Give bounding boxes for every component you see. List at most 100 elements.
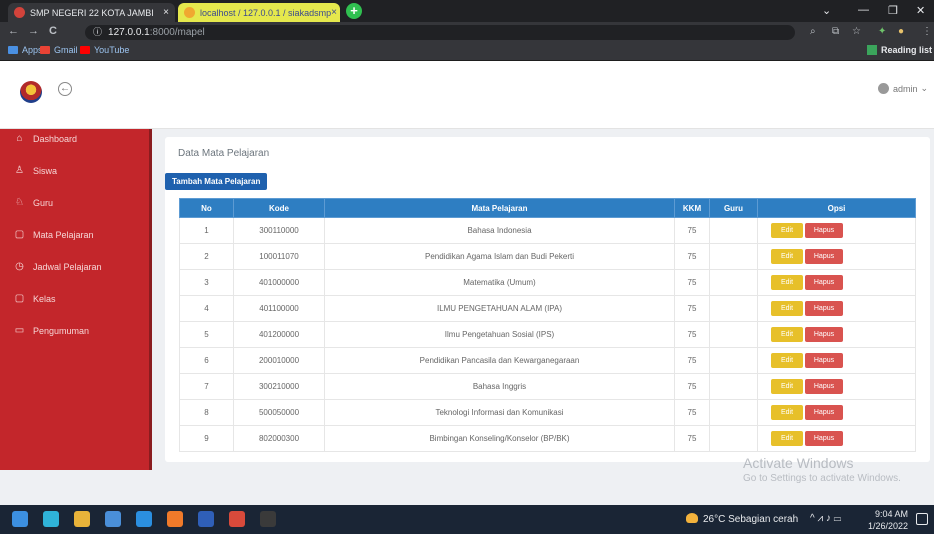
sidebar-item-jadwal-pelajaran[interactable]: ◷ Jadwal Pelajaran xyxy=(14,261,101,272)
column-header: Opsi xyxy=(757,198,916,218)
maximize-icon[interactable]: ❐ xyxy=(888,4,898,17)
zoom-icon[interactable]: ⌕ xyxy=(810,26,816,37)
page-title: Data Mata Pelajaran xyxy=(178,148,270,159)
bookmark-apps[interactable]: Apps xyxy=(8,45,43,55)
delete-button[interactable]: Hapus xyxy=(805,353,843,368)
system-tray-icons[interactable]: ^ ⩘ ♪ ▭ xyxy=(810,513,841,524)
bookmark-icon: ▭ xyxy=(14,325,25,336)
sidebar-item-dashboard[interactable]: ⌂ Dashboard xyxy=(14,133,77,144)
windows-start-icon[interactable] xyxy=(12,511,28,527)
taskbar-clock[interactable]: 9:04 AM 1/26/2022 xyxy=(868,508,908,532)
sidebar-item-siswa[interactable]: ♙ Siswa xyxy=(14,165,57,176)
sidebar-item-pengumuman[interactable]: ▭ Pengumuman xyxy=(14,325,89,336)
taskbar: 26°C Sebagian cerah ^ ⩘ ♪ ▭ 9:04 AM 1/26… xyxy=(0,505,934,534)
cell-mata-pelajaran: Pendidikan Agama Islam dan Budi Pekerti xyxy=(324,243,675,270)
terminal-icon[interactable] xyxy=(260,511,276,527)
reload-icon[interactable]: C xyxy=(49,25,57,37)
school-logo xyxy=(20,81,42,103)
cell-kode: 500050000 xyxy=(233,399,325,426)
site-favicon-icon xyxy=(14,7,25,18)
edit-button[interactable]: Edit xyxy=(771,431,803,446)
address-bar[interactable]: ⓘ 127.0.0.1:8000/mapel xyxy=(85,25,795,40)
bookmark-gmail[interactable]: Gmail xyxy=(40,45,78,55)
word-icon[interactable] xyxy=(198,511,214,527)
share-icon[interactable]: ⧉ xyxy=(832,26,839,37)
cell-mata-pelajaran: Matematika (Umum) xyxy=(324,269,675,296)
tab-search-icon[interactable]: ⌄ xyxy=(822,4,831,17)
delete-button[interactable]: Hapus xyxy=(805,223,843,238)
edge-icon[interactable] xyxy=(43,511,59,527)
cell-no: 8 xyxy=(179,399,234,426)
bookmark-label: Gmail xyxy=(54,45,78,55)
cell-opsi: Edit Hapus xyxy=(757,373,916,400)
reading-list-button[interactable]: Reading list xyxy=(866,45,932,55)
cell-no: 3 xyxy=(179,269,234,296)
tab-close-icon[interactable]: × xyxy=(163,7,169,18)
edit-button[interactable]: Edit xyxy=(771,353,803,368)
edit-button[interactable]: Edit xyxy=(771,327,803,342)
clock-icon: ◷ xyxy=(15,261,24,272)
tab-phpmyadmin[interactable]: localhost / 127.0.0.1 / siakadsmp × xyxy=(178,3,340,22)
edit-button[interactable]: Edit xyxy=(771,379,803,394)
notification-icon[interactable] xyxy=(916,513,928,525)
cell-opsi: Edit Hapus xyxy=(757,399,916,426)
phpmyadmin-favicon-icon xyxy=(184,7,195,18)
cell-kkm: 75 xyxy=(674,321,710,348)
column-header: KKM xyxy=(674,198,710,218)
delete-button[interactable]: Hapus xyxy=(805,327,843,342)
cell-kode: 401200000 xyxy=(233,321,325,348)
delete-button[interactable]: Hapus xyxy=(805,379,843,394)
profile-icon[interactable]: ● xyxy=(898,26,904,37)
edit-button[interactable]: Edit xyxy=(771,275,803,290)
xampp-icon[interactable] xyxy=(167,511,183,527)
table-row: 7 300210000 Bahasa Inggris 75 Edit Hapus xyxy=(179,373,916,400)
sidebar-item-kelas[interactable]: ▢ Kelas xyxy=(14,293,56,304)
minimize-icon[interactable]: — xyxy=(858,4,869,16)
user-menu[interactable]: admin ⌄ xyxy=(877,83,928,94)
edit-button[interactable]: Edit xyxy=(771,223,803,238)
tab-smp-negeri[interactable]: SMP NEGERI 22 KOTA JAMBI × xyxy=(8,3,175,22)
delete-button[interactable]: Hapus xyxy=(805,275,843,290)
sidebar-item-label: Kelas xyxy=(33,293,56,304)
vscode-icon[interactable] xyxy=(136,511,152,527)
cell-guru xyxy=(709,295,758,322)
edit-button[interactable]: Edit xyxy=(771,301,803,316)
add-subject-button[interactable]: Tambah Mata Pelajaran xyxy=(165,173,268,190)
star-icon[interactable]: ☆ xyxy=(852,26,861,37)
sidebar-item-mata-pelajaran[interactable]: ▢ Mata Pelajaran xyxy=(14,229,94,240)
window-close-icon[interactable]: ✕ xyxy=(916,4,925,17)
users-icon: ♙ xyxy=(15,165,24,176)
edit-button[interactable]: Edit xyxy=(771,405,803,420)
store-icon[interactable] xyxy=(105,511,121,527)
cell-no: 2 xyxy=(179,243,234,270)
cell-guru xyxy=(709,373,758,400)
site-info-icon[interactable]: ⓘ xyxy=(93,27,102,37)
delete-button[interactable]: Hapus xyxy=(805,405,843,420)
avatar xyxy=(877,83,889,94)
extension-icon[interactable]: ✦ xyxy=(878,26,886,37)
sidebar-item-label: Guru xyxy=(33,197,54,208)
back-icon[interactable]: ← xyxy=(8,25,19,37)
url-path: :8000/mapel xyxy=(149,27,205,38)
weather-widget[interactable]: 26°C Sebagian cerah xyxy=(686,513,798,525)
sidebar-item-guru[interactable]: ♘ Guru xyxy=(14,197,53,208)
delete-button[interactable]: Hapus xyxy=(805,431,843,446)
chrome-icon[interactable] xyxy=(229,511,245,527)
file-explorer-icon[interactable] xyxy=(74,511,90,527)
bookmark-youtube[interactable]: YouTube xyxy=(80,45,129,55)
menu-icon[interactable]: ⋮ xyxy=(922,26,932,37)
edit-button[interactable]: Edit xyxy=(771,249,803,264)
tab-close-icon[interactable]: × xyxy=(331,7,337,18)
url-host: 127.0.0.1 xyxy=(108,27,150,38)
cell-kkm: 75 xyxy=(674,373,710,400)
forward-icon[interactable]: → xyxy=(28,25,39,37)
cell-kode: 300110000 xyxy=(233,217,325,244)
delete-button[interactable]: Hapus xyxy=(805,301,843,316)
cell-guru xyxy=(709,243,758,270)
cell-kode: 300210000 xyxy=(233,373,325,400)
bookmarks-bar: Apps Gmail YouTube Reading list xyxy=(0,42,934,61)
sidebar-toggle-icon[interactable]: ← xyxy=(58,82,72,96)
cell-guru xyxy=(709,425,758,452)
new-tab-button[interactable]: + xyxy=(346,3,362,19)
delete-button[interactable]: Hapus xyxy=(805,249,843,264)
